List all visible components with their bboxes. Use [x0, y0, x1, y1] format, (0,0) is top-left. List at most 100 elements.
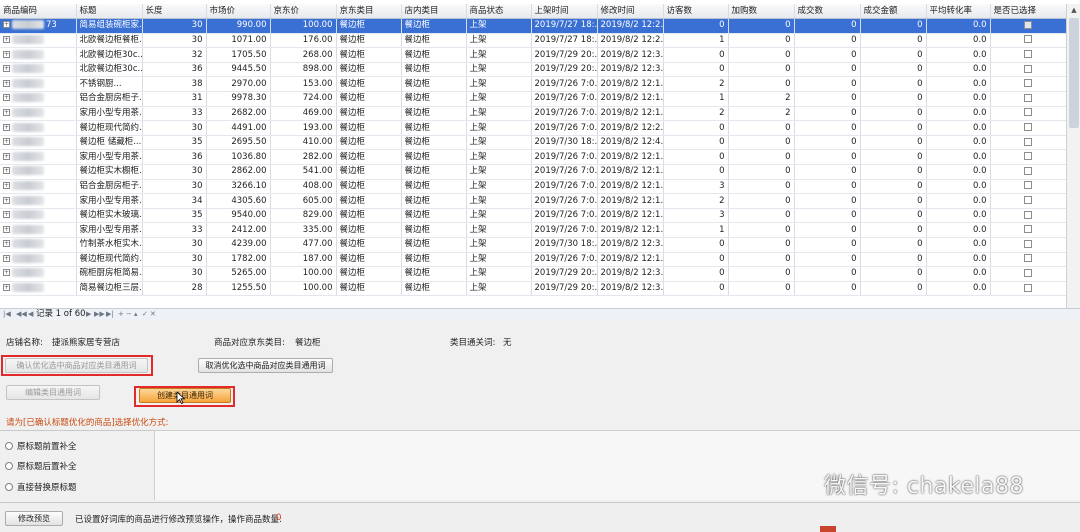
column-header[interactable]: 上架时间 [531, 4, 598, 20]
column-header[interactable]: 商品编码 [0, 4, 77, 20]
row-checkbox[interactable] [1024, 268, 1032, 277]
row-checkbox[interactable] [1024, 79, 1032, 88]
row-checkbox[interactable] [1024, 123, 1032, 132]
expand-row-icon[interactable]: + [3, 108, 10, 116]
column-header[interactable]: 是否已选择 [990, 4, 1067, 20]
option-replace-title[interactable]: 直接替换原标题 [5, 481, 77, 493]
row-checkbox[interactable] [1024, 93, 1032, 102]
row-checkbox[interactable] [1024, 137, 1032, 146]
table-row[interactable]: + 简易餐边柜三层... 28 1255.50 100.00 餐边柜 餐边柜 上架 2019/7… [0, 281, 1067, 297]
radio-icon[interactable] [5, 442, 13, 450]
column-header[interactable]: 长度 [142, 4, 207, 20]
expand-row-icon[interactable]: + [3, 21, 10, 29]
row-checkbox[interactable] [1024, 35, 1032, 44]
prev-page-icon[interactable]: ◀◀ [16, 309, 27, 320]
column-header[interactable]: 店内类目 [401, 4, 467, 20]
expand-row-icon[interactable]: + [3, 211, 10, 219]
expand-row-icon[interactable]: + [3, 152, 10, 160]
first-record-icon[interactable]: |◀ [3, 309, 11, 320]
option-suffix-fill[interactable]: 原标题后置补全 [5, 460, 77, 472]
save-record-icon[interactable]: ✓ [142, 309, 148, 320]
table-row[interactable]: + 不锈钢厨... 38 2970.00 153.00 餐边柜 餐边柜 上架 2019/7/26… [0, 76, 1067, 93]
radio-icon[interactable] [5, 462, 13, 470]
table-row[interactable]: + 北欧餐边柜餐柜... 30 1071.00 176.00 餐边柜 餐边柜 上架 2019/7… [0, 33, 1067, 49]
row-checkbox[interactable] [1024, 64, 1032, 73]
expand-row-icon[interactable]: + [3, 284, 10, 292]
expand-row-icon[interactable]: + [3, 94, 10, 102]
column-header[interactable]: 加购数 [728, 4, 795, 20]
cell-carts: 0 [728, 120, 795, 136]
row-checkbox[interactable] [1024, 50, 1032, 59]
column-header[interactable]: 访客数 [663, 4, 729, 20]
vertical-scrollbar[interactable]: ▲ [1066, 4, 1080, 308]
expand-row-icon[interactable]: + [3, 240, 10, 248]
confirm-optimize-button[interactable]: 确认优化选中商品对应类目通用词 [5, 358, 148, 373]
expand-row-icon[interactable]: + [3, 269, 10, 277]
table-row[interactable]: + 北欧餐边柜30c... 32 1705.50 268.00 餐边柜 餐边柜 上架 2019/… [0, 47, 1067, 63]
edit-record-icon[interactable]: ▴ [134, 309, 138, 320]
table-row[interactable]: + 碗柜厨房柜简易... 30 5265.00 100.00 餐边柜 餐边柜 上架 2019/7… [0, 266, 1067, 282]
column-header[interactable]: 标题 [76, 4, 143, 20]
cancel-optimize-button[interactable]: 取消优化选中商品对应类目通用词 [198, 358, 333, 373]
table-row[interactable]: + 铝合金厨房柜子... 30 3266.10 408.00 餐边柜 餐边柜 上架 2019/7… [0, 179, 1067, 195]
cell-visitors: 0 [663, 18, 729, 34]
table-row[interactable]: + 北欧餐边柜30c... 36 9445.50 898.00 餐边柜 餐边柜 上架 2019/… [0, 62, 1067, 78]
option-prefix-fill[interactable]: 原标题前置补全 [5, 440, 77, 452]
column-header[interactable]: 成交金额 [860, 4, 927, 20]
table-row[interactable]: + 铝合金厨房柜子... 31 9978.30 724.00 餐边柜 餐边柜 上架 2019/7… [0, 91, 1067, 107]
next-record-icon[interactable]: ▶ [86, 309, 91, 320]
cell-code: +73 [0, 18, 77, 34]
table-row[interactable]: + 家用小型专用茶... 33 2682.00 469.00 餐边柜 餐边柜 上架 2019/7… [0, 106, 1067, 122]
next-page-icon[interactable]: ▶▶ [94, 309, 105, 320]
table-row[interactable]: + 餐边柜 储藏柜... 35 2695.50 410.00 餐边柜 餐边柜 上架 2019/7… [0, 135, 1067, 151]
column-header[interactable]: 京东价 [270, 4, 337, 20]
expand-row-icon[interactable]: + [3, 254, 10, 262]
expand-row-icon[interactable]: + [3, 225, 10, 233]
row-checkbox[interactable] [1024, 181, 1032, 190]
row-checkbox[interactable] [1024, 254, 1032, 263]
scroll-up-icon[interactable]: ▲ [1067, 4, 1080, 16]
cancel-record-icon[interactable]: ✕ [150, 309, 156, 320]
expand-row-icon[interactable]: + [3, 123, 10, 131]
column-header[interactable]: 京东类目 [336, 4, 402, 20]
last-record-icon[interactable]: ▶| [106, 309, 114, 320]
row-checkbox[interactable] [1024, 166, 1032, 175]
column-header[interactable]: 平均转化率 [926, 4, 991, 20]
row-checkbox[interactable] [1024, 283, 1032, 292]
expand-row-icon[interactable]: + [3, 196, 10, 204]
edit-category-word-button[interactable]: 编辑类目通用词 [6, 385, 100, 400]
add-record-icon[interactable]: + [118, 309, 124, 320]
column-header[interactable]: 商品状态 [466, 4, 532, 20]
delete-record-icon[interactable]: − [126, 309, 132, 320]
table-row[interactable]: + 餐边柜实木玻璃... 35 9540.00 829.00 餐边柜 餐边柜 上架 2019/7… [0, 208, 1067, 224]
expand-row-icon[interactable]: + [3, 65, 10, 73]
table-row[interactable]: + 家用小型专用茶... 36 1036.80 282.00 餐边柜 餐边柜 上架 2019/7… [0, 149, 1067, 166]
expand-row-icon[interactable]: + [3, 50, 10, 58]
preview-button[interactable]: 修改预览 [5, 511, 63, 526]
row-checkbox[interactable] [1024, 108, 1032, 117]
scroll-thumb[interactable] [1069, 18, 1079, 128]
expand-row-icon[interactable]: + [3, 35, 10, 43]
column-header[interactable]: 成交数 [794, 4, 861, 20]
table-row[interactable]: +73 简易组装碗柜家... 30 990.00 100.00 餐边柜 餐边柜 上架 2019/… [0, 18, 1067, 34]
row-checkbox[interactable] [1024, 152, 1032, 161]
table-row[interactable]: + 餐边柜现代简约... 30 1782.00 187.00 餐边柜 餐边柜 上架 2019/7… [0, 252, 1067, 268]
table-row[interactable]: + 竹制茶水柜实木... 30 4239.00 477.00 餐边柜 餐边柜 上架 2019/7… [0, 237, 1067, 253]
table-row[interactable]: + 家用小型专用茶... 33 2412.00 335.00 餐边柜 餐边柜 上架 2019/7… [0, 222, 1067, 238]
column-header[interactable]: 市场价 [206, 4, 271, 20]
table-row[interactable]: + 家用小型专用茶... 34 4305.60 605.00 餐边柜 餐边柜 上架 2019/7… [0, 193, 1067, 209]
table-row[interactable]: + 餐边柜现代简约... 30 4491.00 193.00 餐边柜 餐边柜 上架 2019/7… [0, 120, 1067, 136]
expand-row-icon[interactable]: + [3, 79, 10, 87]
row-checkbox[interactable] [1024, 239, 1032, 248]
expand-row-icon[interactable]: + [3, 167, 10, 175]
prev-record-icon[interactable]: ◀ [28, 309, 33, 320]
row-checkbox[interactable] [1024, 20, 1032, 29]
table-row[interactable]: + 餐边柜实木橱柜... 30 2862.00 541.00 餐边柜 餐边柜 上架 2019/7… [0, 164, 1067, 180]
expand-row-icon[interactable]: + [3, 138, 10, 146]
row-checkbox[interactable] [1024, 196, 1032, 205]
column-header[interactable]: 修改时间 [597, 4, 664, 20]
row-checkbox[interactable] [1024, 210, 1032, 219]
radio-icon[interactable] [5, 483, 13, 491]
row-checkbox[interactable] [1024, 225, 1032, 234]
expand-row-icon[interactable]: + [3, 181, 10, 189]
